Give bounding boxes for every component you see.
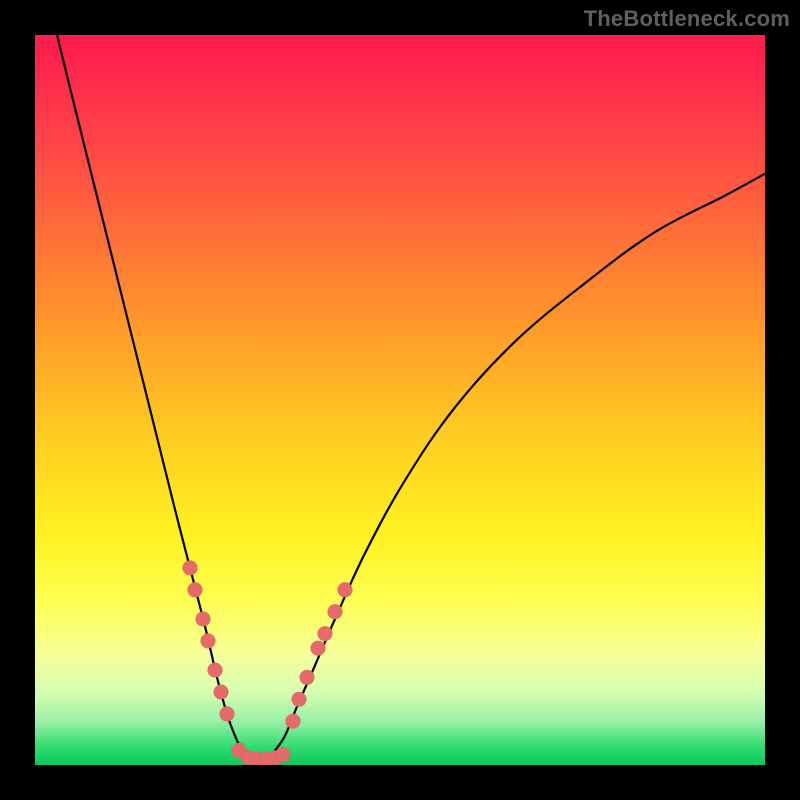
data-dot [286,714,301,729]
plot-area [35,35,765,765]
data-dot [201,633,216,648]
curve-right-curve [275,174,765,751]
dot-layer [183,560,353,765]
data-dot [292,692,307,707]
data-dot [318,626,333,641]
data-dot [300,670,315,685]
data-dot [220,706,235,721]
data-dot [208,663,223,678]
data-dot [328,604,343,619]
data-dot [183,560,198,575]
data-dot [338,582,353,597]
data-dot [196,612,211,627]
chart-frame: TheBottleneck.com [0,0,800,800]
curve-layer [57,35,765,761]
data-dot [214,685,229,700]
data-dot [311,641,326,656]
watermark-text: TheBottleneck.com [584,6,790,32]
curve-left-curve [57,35,248,758]
data-dot [276,747,291,762]
chart-svg [35,35,765,765]
data-dot [188,582,203,597]
